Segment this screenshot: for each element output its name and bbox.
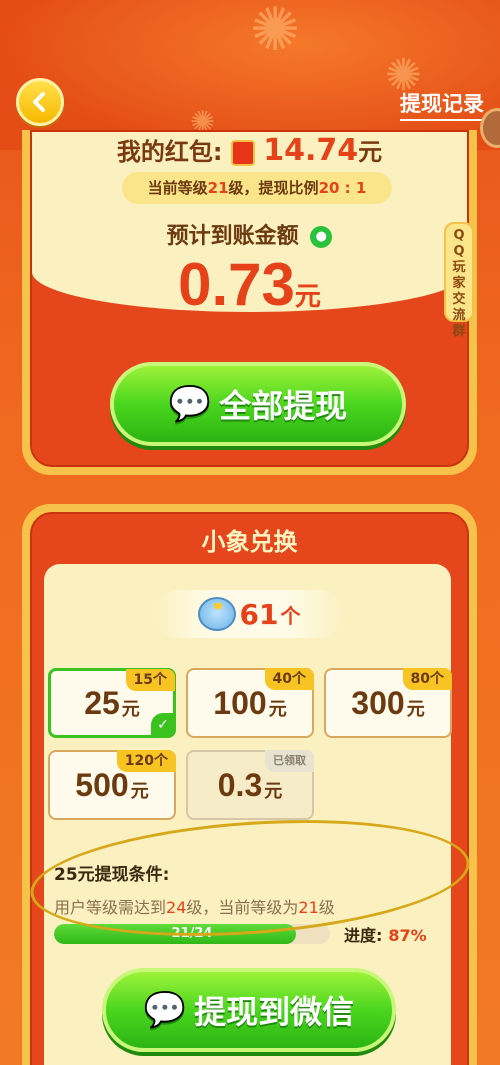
level-progress-bar: 21/24 <box>54 924 330 944</box>
exchange-option-25[interactable]: 15个 25 元 ✓ <box>48 668 176 738</box>
level-prefix: 当前等级 <box>147 179 208 197</box>
hongbao-card-inner: 我的红包: 14.74元 当前等级21级，提现比例20 : 1 预计到账金额 ●… <box>30 130 469 467</box>
condition-text: 用户等级需达到 <box>54 898 167 917</box>
expected-amount-label: 预计到账金额 ● <box>32 218 467 250</box>
exchange-card-inner: 小象兑换 61 个 15个 25 元 ✓ 40个 100 元 80个 300 元 120… <box>30 512 469 1065</box>
qq-group-tab[interactable]: QQ玩家交流群 <box>444 222 474 339</box>
condition-text: 级，当前等级为 <box>186 898 299 917</box>
progress-text: 21/24 <box>171 926 213 941</box>
level-ratio-pill: 当前等级21级，提现比例20 : 1 <box>122 172 392 204</box>
progress-label: 进度: 87% <box>344 922 427 946</box>
exchange-option-300[interactable]: 80个 300 元 <box>324 668 452 738</box>
ratio-value: 20 : 1 <box>318 179 367 197</box>
exchange-panel: 61 个 15个 25 元 ✓ 40个 100 元 80个 300 元 120个 500… <box>44 564 452 1065</box>
withdraw-all-button[interactable]: 💬 全部提现 <box>110 362 406 446</box>
wechat-icon: ● <box>310 226 333 248</box>
option-cost-badge: 80个 <box>402 668 452 690</box>
exchange-option-0-3[interactable]: 已领取 0.3 元 <box>186 750 314 820</box>
exchange-option-500[interactable]: 120个 500 元 <box>48 750 176 820</box>
option-unit: 元 <box>121 699 140 720</box>
option-claimed-badge: 已领取 <box>265 750 314 772</box>
option-unit: 元 <box>130 781 149 802</box>
exchange-card: 小象兑换 61 个 15个 25 元 ✓ 40个 100 元 80个 300 元 120… <box>22 504 477 1065</box>
condition-need-level: 24 <box>166 898 187 917</box>
hongbao-card: 我的红包: 14.74元 当前等级21级，提现比例20 : 1 预计到账金额 ●… <box>22 130 477 475</box>
expected-label-text: 预计到账金额 <box>166 224 299 249</box>
option-value: 500 <box>75 766 129 803</box>
option-value: 0.3 <box>217 766 263 803</box>
back-button[interactable] <box>16 78 64 126</box>
check-icon: ✓ <box>151 713 175 737</box>
withdraw-to-wechat-label: 提现到微信 <box>194 993 355 1031</box>
withdraw-all-label: 全部提现 <box>219 387 348 425</box>
expected-amount: 0.73元 <box>32 250 467 319</box>
qq-group-label: QQ玩家交流群 <box>452 228 466 339</box>
condition-description: 用户等级需达到24级，当前等级为21级 <box>54 894 335 918</box>
option-unit: 元 <box>268 699 287 720</box>
expected-amount-value: 0.73 <box>178 251 295 318</box>
hongbao-icon <box>230 140 255 166</box>
option-value: 25 <box>84 684 120 721</box>
expected-amount-unit: 元 <box>294 282 321 312</box>
option-cost-badge: 15个 <box>125 669 175 691</box>
condition-text: 级 <box>318 898 335 917</box>
hongbao-label: 我的红包: <box>116 138 223 166</box>
option-value: 300 <box>351 684 405 721</box>
hongbao-balance-row: 我的红包: 14.74元 <box>32 132 467 168</box>
hongbao-unit: 元 <box>358 138 383 166</box>
withdraw-history-link[interactable]: 提现记录 <box>400 88 484 121</box>
exchange-title: 小象兑换 <box>201 528 298 556</box>
header: ✺ ✺ ✺ 提现记录 <box>0 0 500 150</box>
elephant-unit: 个 <box>280 603 301 628</box>
withdraw-to-wechat-button[interactable]: 💬 提现到微信 <box>102 968 396 1052</box>
wechat-icon: 💬 <box>143 990 187 1030</box>
elephant-icon <box>197 597 236 631</box>
wechat-icon: 💬 <box>168 384 212 424</box>
option-cost-badge: 120个 <box>116 750 176 772</box>
condition-title: 25元提现条件: <box>54 865 170 885</box>
progress-percent: 87% <box>388 926 427 945</box>
option-unit: 元 <box>264 781 283 802</box>
level-value: 21 <box>207 179 229 197</box>
condition-current-level: 21 <box>298 898 319 917</box>
elephant-count: 61 <box>239 597 279 631</box>
exchange-option-100[interactable]: 40个 100 元 <box>186 668 314 738</box>
chevron-left-icon <box>33 92 45 112</box>
level-mid: 级，提现比例 <box>228 179 319 197</box>
option-unit: 元 <box>406 699 425 720</box>
option-value: 100 <box>213 684 267 721</box>
progress-label-text: 进度: <box>344 926 383 945</box>
firework-decoration-icon: ✺ <box>250 0 301 65</box>
elephant-balance: 61 个 <box>154 590 344 638</box>
hongbao-amount: 14.74 <box>263 133 359 168</box>
option-cost-badge: 40个 <box>264 668 314 690</box>
